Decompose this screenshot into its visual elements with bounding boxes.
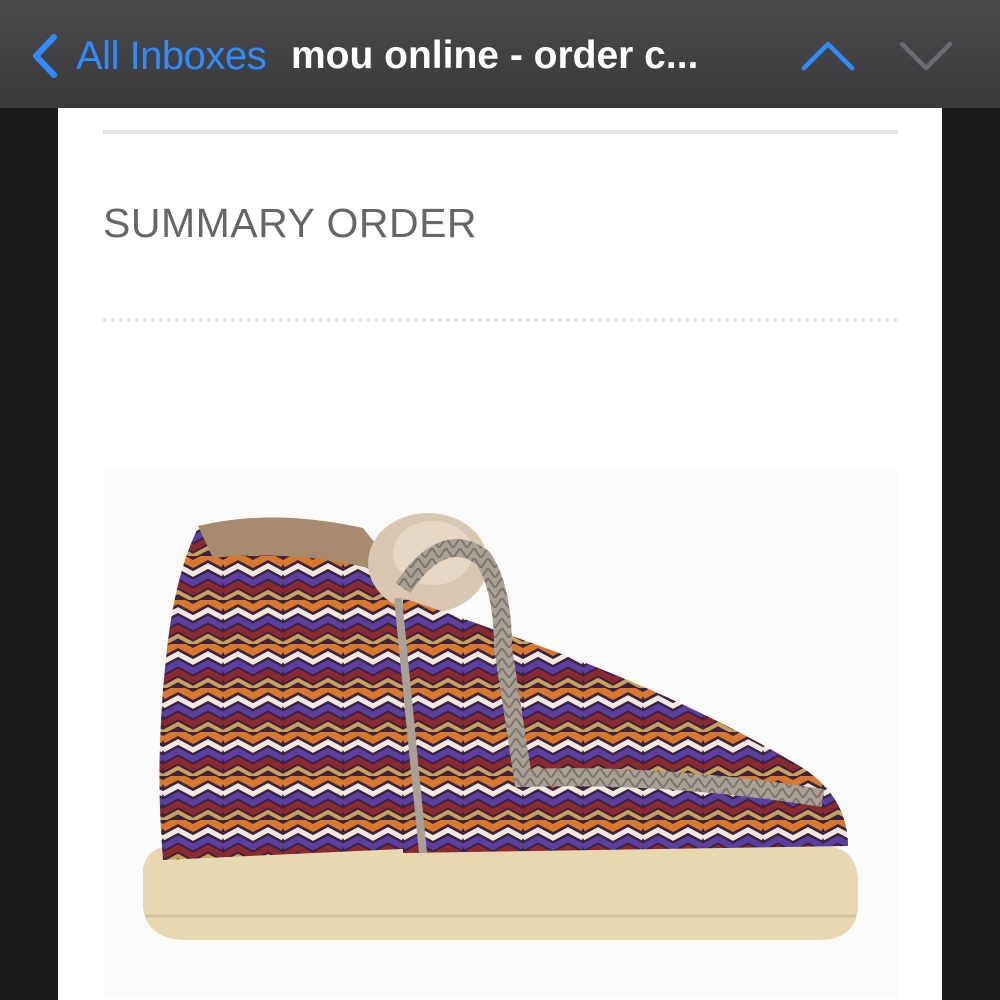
email-body: SUMMARY ORDER (58, 108, 942, 1000)
product-image (103, 468, 898, 998)
navigation-bar: All Inboxes mou online - order c... (0, 0, 1000, 108)
chevron-left-icon (33, 34, 57, 78)
back-button-label: All Inboxes (76, 34, 267, 78)
mail-screen: All Inboxes mou online - order c... SUMM… (0, 0, 1000, 1000)
divider (103, 130, 898, 134)
dotted-divider (103, 318, 898, 322)
back-button[interactable]: All Inboxes (28, 26, 267, 86)
boot-illustration (143, 513, 858, 940)
chevron-up-icon[interactable] (798, 36, 858, 76)
chevron-down-icon[interactable] (896, 36, 956, 76)
summary-order-heading: SUMMARY ORDER (103, 200, 478, 246)
message-subject-title: mou online - order c... (291, 34, 699, 77)
